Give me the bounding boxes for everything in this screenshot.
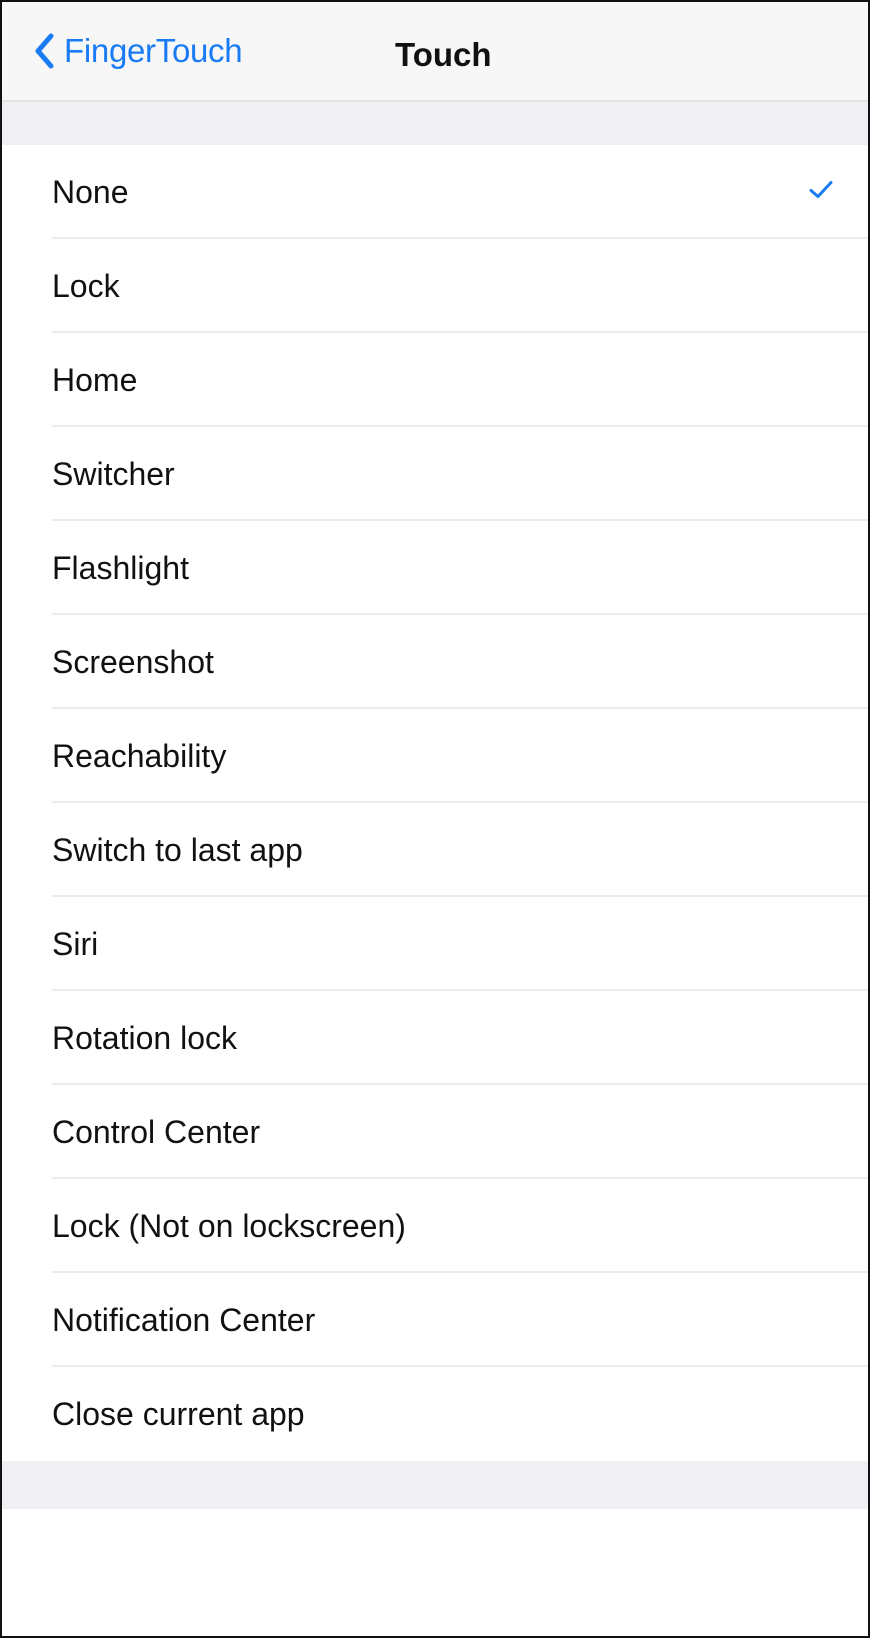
option-label: Flashlight xyxy=(52,549,189,586)
option-label: Lock xyxy=(52,267,120,304)
option-label: Reachability xyxy=(52,737,227,774)
option-reachability[interactable]: Reachability xyxy=(2,709,868,803)
option-notification-center[interactable]: Notification Center xyxy=(2,1273,868,1367)
option-label: Lock (Not on lockscreen) xyxy=(52,1207,406,1244)
option-label: Control Center xyxy=(52,1113,261,1150)
checkmark-icon xyxy=(808,179,834,206)
option-label: Close current app xyxy=(52,1395,305,1432)
option-label: Screenshot xyxy=(52,643,214,680)
option-screenshot[interactable]: Screenshot xyxy=(2,615,868,709)
option-label: None xyxy=(52,173,129,210)
section-spacer-bottom xyxy=(2,1461,868,1509)
option-switcher[interactable]: Switcher xyxy=(2,427,868,521)
option-label: Switch to last app xyxy=(52,831,303,868)
option-switch-to-last-app[interactable]: Switch to last app xyxy=(2,803,868,897)
page-title: Touch xyxy=(395,36,492,73)
option-none[interactable]: None xyxy=(2,145,868,239)
option-label: Switcher xyxy=(52,455,175,492)
option-label: Home xyxy=(52,361,138,398)
option-lock[interactable]: Lock xyxy=(2,239,868,333)
option-lock-not-on-lockscreen[interactable]: Lock (Not on lockscreen) xyxy=(2,1179,868,1273)
option-siri[interactable]: Siri xyxy=(2,897,868,991)
option-label: Notification Center xyxy=(52,1301,316,1338)
action-options-list: None Lock Home Switcher Flashlight Scree… xyxy=(2,145,868,1461)
back-button-label: FingerTouch xyxy=(64,32,243,69)
option-home[interactable]: Home xyxy=(2,333,868,427)
option-control-center[interactable]: Control Center xyxy=(2,1085,868,1179)
option-label: Siri xyxy=(52,925,99,962)
option-label: Rotation lock xyxy=(52,1019,237,1056)
screen: FingerTouch Touch None Lock Home Switche… xyxy=(0,0,870,1638)
back-button[interactable]: FingerTouch xyxy=(34,32,243,70)
navigation-bar: FingerTouch Touch xyxy=(2,2,868,102)
option-rotation-lock[interactable]: Rotation lock xyxy=(2,991,868,1085)
section-spacer-top xyxy=(2,102,868,145)
option-close-current-app[interactable]: Close current app xyxy=(2,1367,868,1461)
chevron-left-icon xyxy=(34,33,56,69)
option-flashlight[interactable]: Flashlight xyxy=(2,521,868,615)
